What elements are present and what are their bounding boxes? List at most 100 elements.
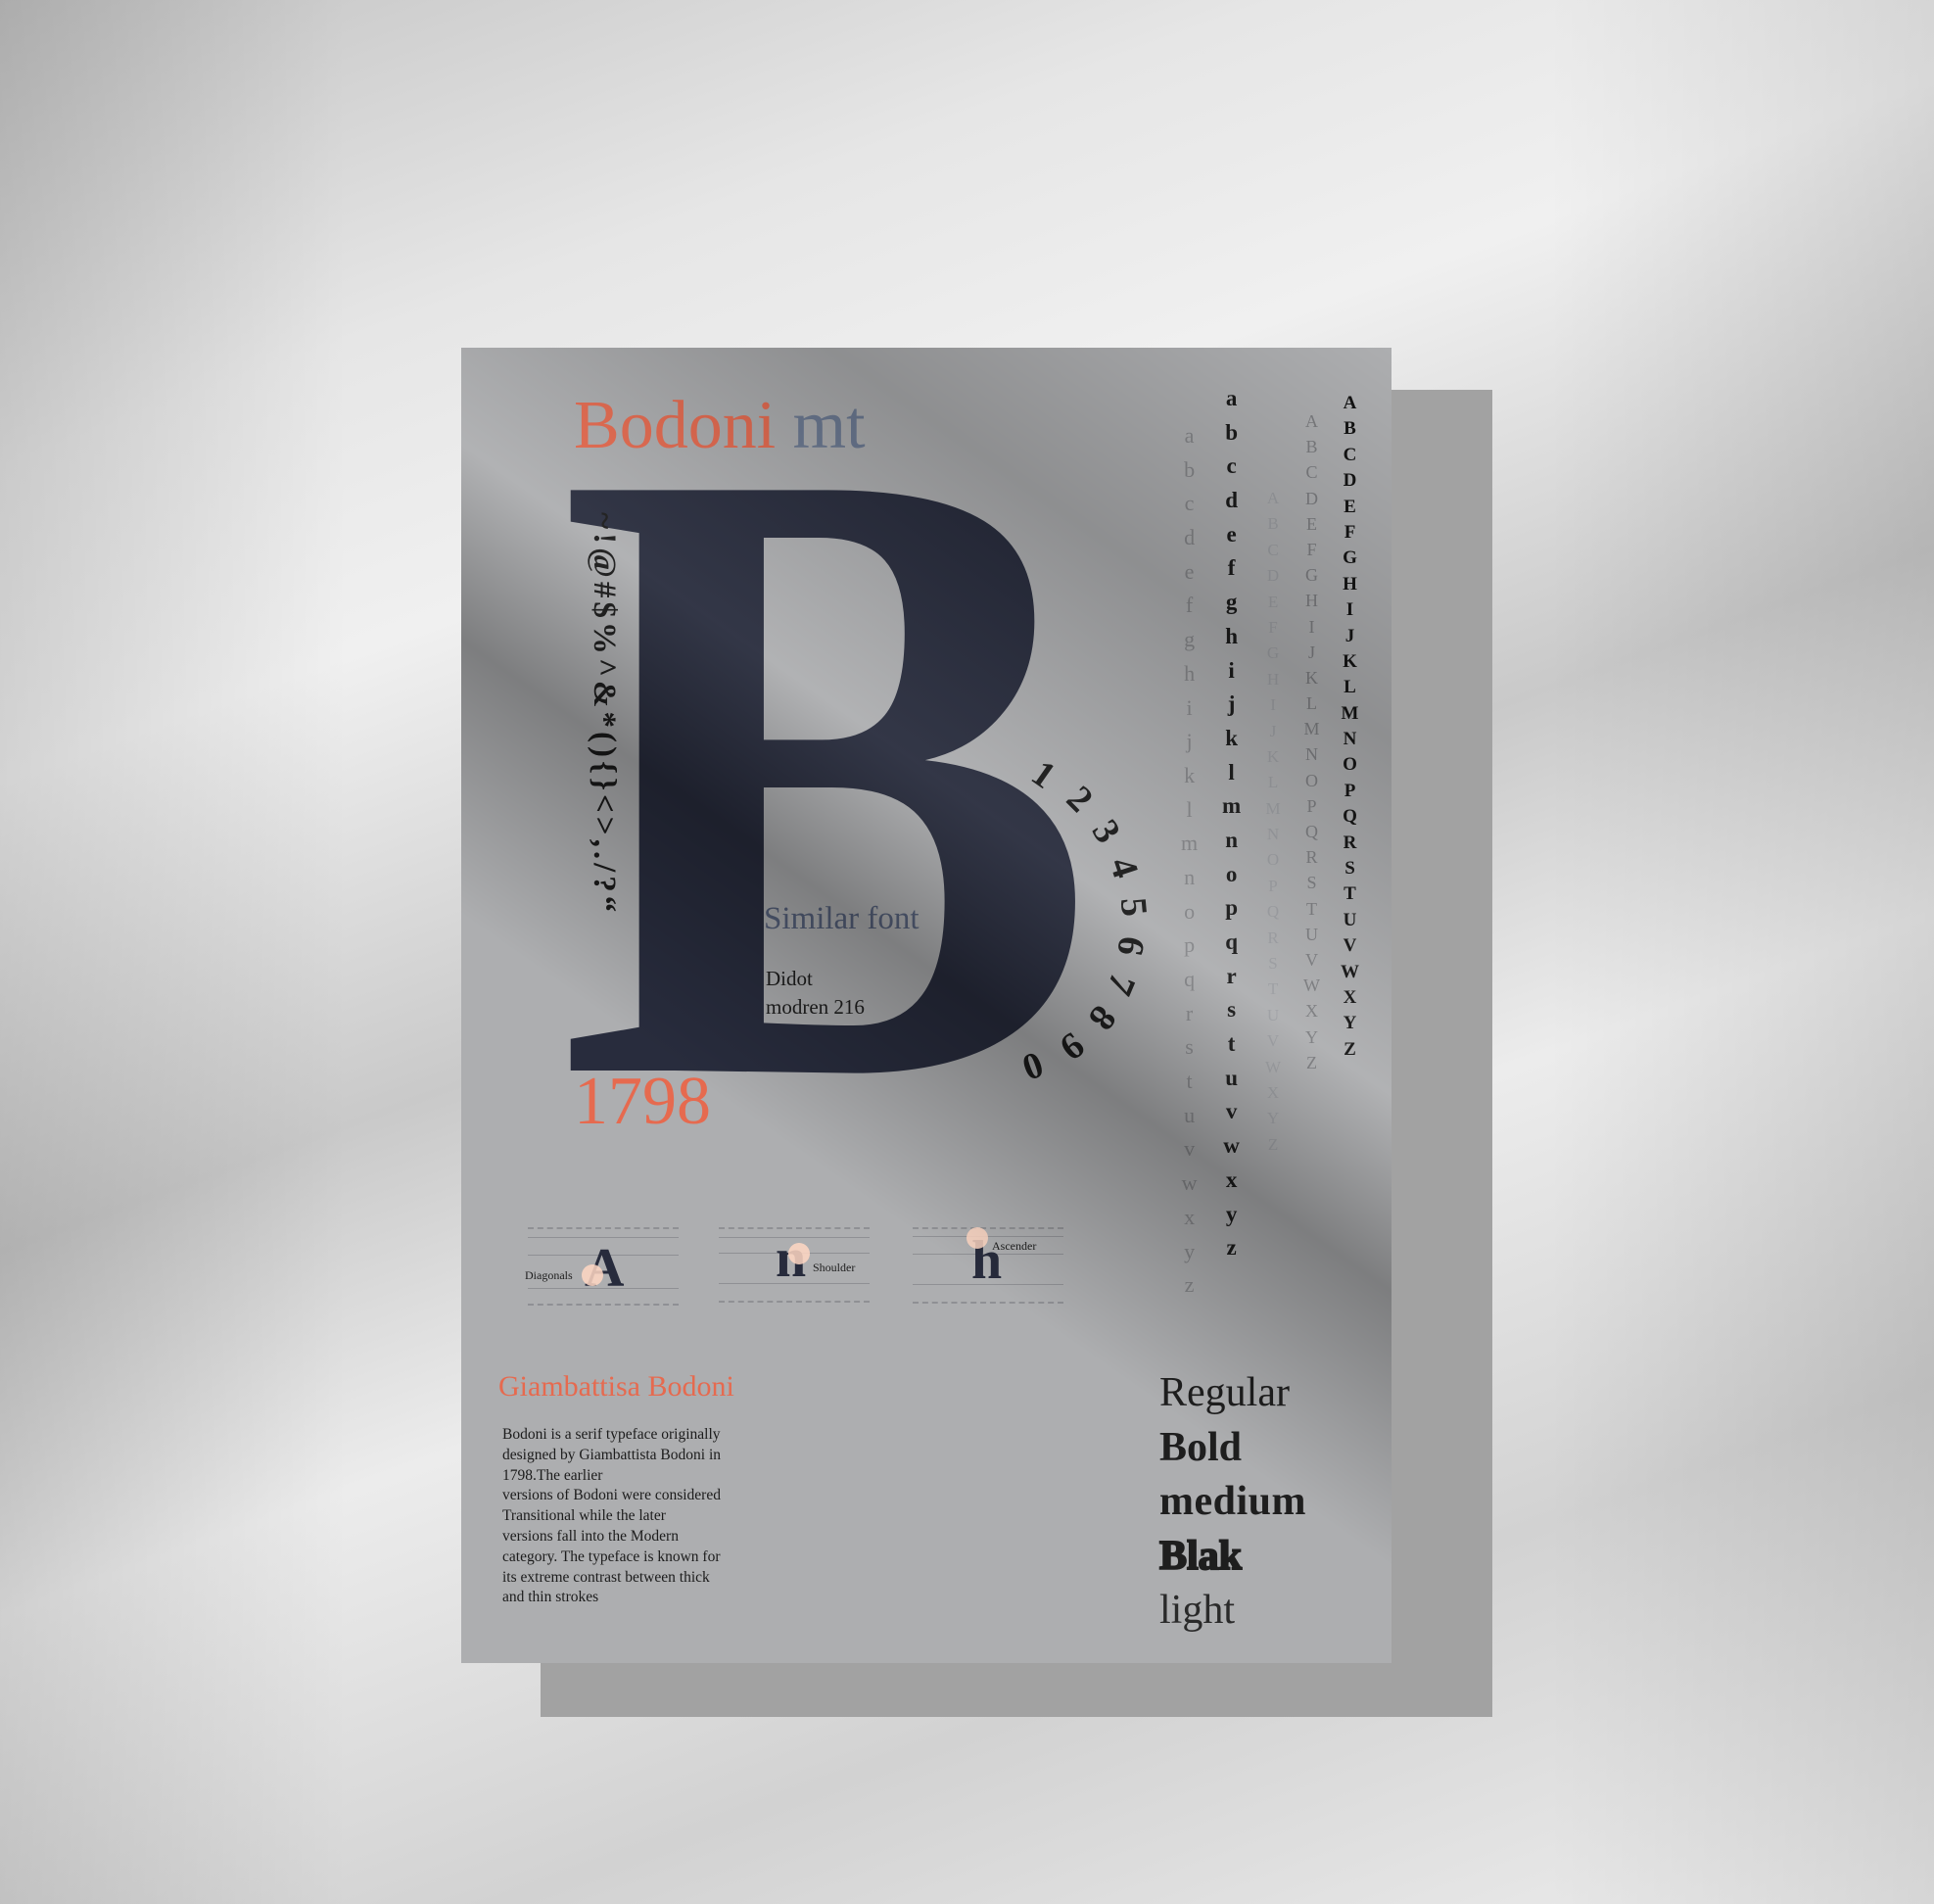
glyph: Y <box>1343 1013 1357 1034</box>
glyph: J <box>1307 642 1315 662</box>
glyph: T <box>1306 898 1317 919</box>
glyph: X <box>1266 1082 1280 1102</box>
anatomy-label: Shoulder <box>813 1261 856 1274</box>
glyph: w <box>1223 1133 1240 1159</box>
glyph: F <box>1268 617 1278 637</box>
similar-font-item: Didot <box>766 967 813 990</box>
glyph: X <box>1343 986 1357 1008</box>
glyph: I <box>1270 695 1276 715</box>
glyph: j <box>1186 729 1193 754</box>
similar-font-item: modren 216 <box>766 995 865 1019</box>
glyph: g <box>1225 590 1238 615</box>
glyph: P <box>1268 876 1278 895</box>
glyph: A <box>1305 411 1318 431</box>
glyph: q <box>1184 967 1196 991</box>
glyph: J <box>1269 721 1277 740</box>
glyph: z <box>1226 1235 1237 1261</box>
highlight-dot <box>788 1243 810 1264</box>
glyph: B <box>1267 514 1279 534</box>
glyph: G <box>1266 643 1280 663</box>
similar-font-heading: Similar font <box>764 901 920 936</box>
glyph: C <box>1305 462 1318 483</box>
glyph: r <box>1185 1000 1194 1025</box>
glyph: I <box>1308 616 1315 637</box>
glyph: V <box>1305 949 1318 970</box>
title-mt: mt <box>792 388 866 463</box>
weight-medium: medium <box>1159 1479 1306 1524</box>
glyph: v <box>1184 1136 1196 1162</box>
glyph: O <box>1266 850 1280 870</box>
glyph: c <box>1226 453 1237 479</box>
glyph: k <box>1184 762 1196 787</box>
uppercase-bold-column: ABCDEFGHIJKLMNOPQRSTUVWXYZ <box>1341 391 1359 1063</box>
glyph: x <box>1225 1166 1238 1192</box>
glyph: l <box>1228 759 1235 785</box>
glyph: Z <box>1267 1134 1279 1154</box>
glyph: S <box>1344 858 1355 880</box>
glyph: Z <box>1306 1052 1317 1072</box>
glyph: H <box>1266 669 1280 689</box>
glyph: n <box>1184 864 1196 889</box>
lowercase-light-column: abcdefghijklmnopqrstuvwxyz <box>1181 419 1198 1303</box>
glyph: a <box>1225 386 1238 410</box>
glyph: W <box>1303 976 1320 996</box>
poster: B Bodoni mt ~!@#$%^&*(){}<>,./?“ Similar… <box>461 348 1392 1663</box>
glyph: t <box>1186 1069 1193 1094</box>
uppercase-faint-column: ABCDEFGHIJKLMNOPQRSTUVWXYZ <box>1265 486 1281 1158</box>
poster-title: Bodoni mt <box>574 387 866 465</box>
glyph: G <box>1305 565 1318 586</box>
glyph: s <box>1185 1034 1194 1060</box>
glyph: O <box>1343 754 1357 776</box>
glyph: Q <box>1343 806 1357 828</box>
glyph: L <box>1344 677 1356 698</box>
glyph: n <box>1225 827 1238 852</box>
anatomy-ascender: h Ascender <box>913 1227 1063 1308</box>
glyph: e <box>1226 521 1237 547</box>
glyph: T <box>1267 979 1279 999</box>
glyph: Q <box>1266 902 1280 922</box>
glyph: N <box>1343 729 1357 750</box>
glyph: W <box>1341 961 1359 982</box>
glyph: F <box>1306 539 1317 559</box>
glyph: u <box>1184 1102 1196 1127</box>
glyph: U <box>1305 924 1318 944</box>
glyph: R <box>1305 847 1318 868</box>
glyph: U <box>1343 909 1357 930</box>
glyph: E <box>1267 592 1279 611</box>
glyph: Q <box>1305 822 1318 841</box>
glyph: k <box>1225 725 1238 750</box>
glyph: N <box>1305 744 1318 765</box>
glyph: b <box>1225 419 1238 445</box>
glyph: o <box>1225 861 1238 886</box>
glyph: C <box>1267 540 1279 559</box>
glyph: H <box>1305 591 1318 611</box>
digit: 5 <box>1111 895 1156 919</box>
glyph: R <box>1267 928 1279 947</box>
glyph: E <box>1306 513 1317 534</box>
glyph: R <box>1343 832 1357 853</box>
glyph: A <box>1343 393 1357 413</box>
glyph: q <box>1225 929 1238 954</box>
glyph: S <box>1306 873 1317 893</box>
glyph: T <box>1344 883 1356 905</box>
glyph: h <box>1225 623 1238 648</box>
glyph: j <box>1227 691 1236 717</box>
highlight-dot <box>582 1264 603 1286</box>
similar-font-list: Didot modren 216 <box>766 965 865 1022</box>
anatomy-label: Diagonals <box>525 1268 573 1282</box>
glyph: z <box>1184 1272 1195 1298</box>
glyph: D <box>1343 470 1357 492</box>
glyph: t <box>1227 1031 1236 1057</box>
uppercase-light-column: ABCDEFGHIJKLMNOPQRSTUVWXYZ <box>1303 408 1320 1075</box>
glyph: v <box>1225 1099 1238 1124</box>
glyph: M <box>1303 719 1320 739</box>
glyph: o <box>1184 898 1196 924</box>
glyph: A <box>1266 489 1280 507</box>
lowercase-bold-column: abcdefghijklmnopqrstuvwxyz <box>1222 382 1241 1265</box>
glyph: L <box>1267 773 1279 792</box>
glyph: r <box>1226 963 1237 988</box>
anatomy-diagonals: A Diagonals <box>525 1227 679 1308</box>
glyph: m <box>1181 831 1199 856</box>
glyph: i <box>1186 694 1193 720</box>
glyph: b <box>1184 456 1196 482</box>
